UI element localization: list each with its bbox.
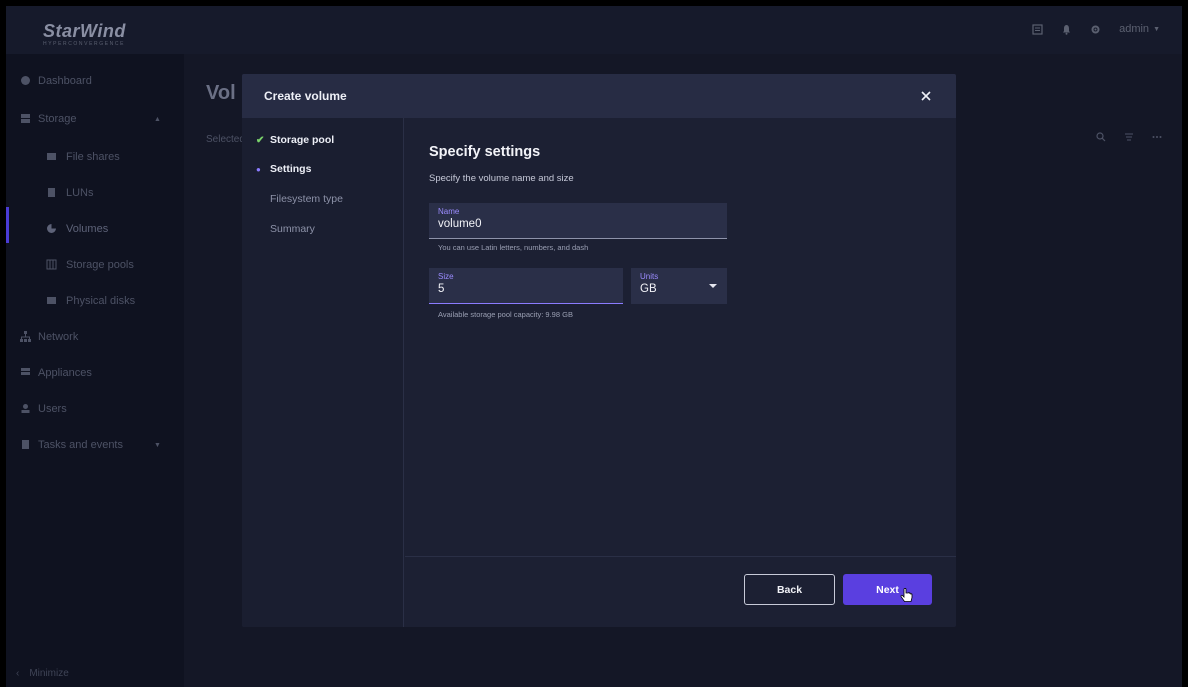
- sidebar-item-users[interactable]: Users: [6, 394, 184, 424]
- settings-heading: Specify settings: [429, 144, 541, 160]
- users-icon: [21, 404, 30, 413]
- search-icon[interactable]: [1096, 132, 1106, 145]
- step-filesystem-type: ● Filesystem type: [270, 193, 343, 205]
- name-helper-text: You can use Latin letters, numbers, and …: [438, 243, 589, 252]
- tasks-icon: [22, 440, 29, 449]
- name-input[interactable]: [438, 218, 707, 230]
- chevron-left-icon: ‹: [16, 668, 20, 679]
- sidebar-item-file-shares[interactable]: File shares: [6, 142, 184, 172]
- dialog-header: Create volume: [242, 74, 956, 118]
- close-icon[interactable]: [918, 88, 934, 104]
- dropdown-caret-icon: [709, 284, 717, 288]
- settings-subheading: Specify the volume name and size: [429, 173, 574, 184]
- units-field-label: Units: [640, 272, 659, 281]
- dialog-footer: Back Next: [405, 556, 956, 627]
- sidebar-item-storage[interactable]: Storage ▲: [6, 104, 184, 134]
- hand-cursor-icon: [900, 588, 913, 602]
- capacity-helper-text: Available storage pool capacity: 9.98 GB: [438, 310, 573, 319]
- name-field[interactable]: Name: [429, 203, 727, 239]
- settings-panel: Specify settings Specify the volume name…: [405, 118, 956, 556]
- size-field-label: Size: [438, 272, 454, 281]
- name-field-label: Name: [438, 207, 460, 216]
- chevron-up-icon: ▲: [154, 115, 161, 123]
- step-summary: ● Summary: [270, 223, 315, 235]
- physical-disks-icon: [47, 297, 56, 304]
- page-title: Vol: [206, 82, 236, 104]
- storage-pools-icon: [46, 259, 57, 270]
- top-bar: StarWind HYPERCONVERGENCE admin ▼: [6, 6, 1182, 54]
- minimize-button[interactable]: ‹ Minimize: [16, 668, 69, 679]
- selected-count: Selected: [206, 134, 245, 145]
- more-icon[interactable]: [1152, 132, 1162, 145]
- appliances-icon: [21, 368, 30, 375]
- storage-icon: [21, 114, 30, 123]
- size-input[interactable]: [438, 283, 613, 295]
- gear-icon[interactable]: [1090, 24, 1101, 35]
- sidebar-item-volumes[interactable]: Volumes: [6, 214, 184, 244]
- sidebar-item-tasks-and-events[interactable]: Tasks and events ▼: [6, 430, 184, 460]
- dialog-title: Create volume: [264, 89, 347, 103]
- volumes-icon: [47, 224, 56, 233]
- units-select[interactable]: Units GB: [631, 268, 727, 304]
- chevron-down-icon: ▼: [154, 441, 161, 449]
- sidebar-item-storage-pools[interactable]: Storage pools: [6, 250, 184, 280]
- network-icon: [20, 331, 31, 342]
- back-button[interactable]: Back: [744, 574, 835, 605]
- next-button[interactable]: Next: [843, 574, 932, 605]
- sidebar-item-network[interactable]: Network: [6, 322, 184, 352]
- file-shares-icon: [47, 153, 56, 160]
- page-toolbar: [1096, 132, 1162, 145]
- step-storage-pool[interactable]: ✔ Storage pool: [256, 132, 334, 148]
- wizard-steps: ✔ Storage pool ● Settings ● Filesystem t…: [242, 118, 404, 627]
- sidebar-item-appliances[interactable]: Appliances: [6, 358, 184, 388]
- checkmark-icon: ✔: [256, 134, 265, 146]
- current-step-dot-icon: ●: [256, 164, 261, 174]
- size-field[interactable]: Size: [429, 268, 623, 304]
- news-icon[interactable]: [1032, 23, 1043, 35]
- user-menu[interactable]: admin ▼: [1119, 23, 1160, 35]
- sidebar: Dashboard Storage ▲ File shares LUNs Vol…: [6, 54, 184, 687]
- sidebar-item-dashboard[interactable]: Dashboard: [6, 66, 184, 96]
- sidebar-item-luns[interactable]: LUNs: [6, 178, 184, 208]
- top-right-controls: admin ▼: [1032, 23, 1160, 35]
- step-settings[interactable]: ● Settings: [256, 161, 311, 177]
- chevron-down-icon: ▼: [1153, 25, 1160, 33]
- create-volume-dialog: Create volume ✔ Storage pool ● Settings …: [242, 74, 956, 627]
- filter-icon[interactable]: [1124, 132, 1134, 145]
- bell-icon[interactable]: [1061, 24, 1072, 35]
- sidebar-item-physical-disks[interactable]: Physical disks: [6, 286, 184, 316]
- luns-icon: [48, 188, 55, 197]
- dashboard-icon: [21, 76, 30, 85]
